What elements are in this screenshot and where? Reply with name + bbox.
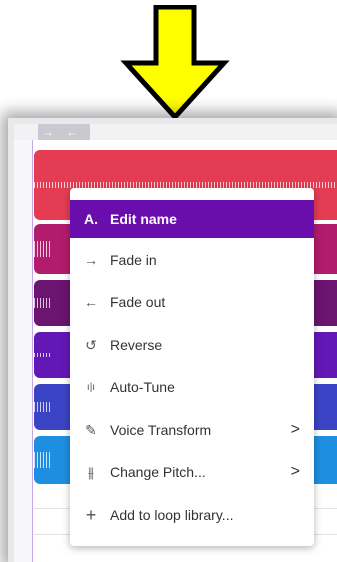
arrow-right-icon: → xyxy=(42,125,54,139)
waveform xyxy=(34,241,50,257)
chevron-right-icon: > xyxy=(290,463,300,480)
chevron-right-icon: > xyxy=(290,421,300,438)
track-header-column xyxy=(14,140,33,562)
menu-item-change-pitch[interactable]: ⫵ Change Pitch... > xyxy=(70,453,314,491)
waveform xyxy=(34,452,50,468)
menu-item-label: Change Pitch... xyxy=(110,464,206,480)
plus-icon: + xyxy=(85,504,97,525)
text-edit-icon: A. xyxy=(84,211,98,227)
voice-transform-icon: ✎ xyxy=(85,421,97,438)
menu-item-label: Reverse xyxy=(110,337,163,353)
menu-item-fade-in[interactable]: → Fade in xyxy=(70,241,314,279)
pitch-sliders-icon: ⫵ xyxy=(87,463,95,480)
menu-item-label: Edit name xyxy=(110,211,177,227)
waveform xyxy=(34,298,50,308)
menu-item-edit-name[interactable]: A. Edit name xyxy=(70,200,314,238)
menu-item-label: Add to loop library... xyxy=(110,507,234,523)
menu-item-fade-out[interactable]: ← Fade out xyxy=(70,283,314,321)
arrow-left-icon: ← xyxy=(84,294,98,310)
arrow-left-icon: ← xyxy=(66,125,78,139)
menu-item-reverse[interactable]: ↺ Reverse xyxy=(70,326,314,364)
menu-item-label: Fade out xyxy=(110,294,166,310)
waveform xyxy=(34,353,50,357)
reverse-icon: ↺ xyxy=(85,336,97,353)
yellow-down-arrow-icon xyxy=(120,5,230,120)
loop-region-handle[interactable]: → ← xyxy=(38,124,90,140)
autotune-icon: ı|ı xyxy=(86,381,96,393)
menu-item-label: Fade in xyxy=(110,252,157,268)
context-menu: A. Edit name → Fade in ← Fade out ↺ Reve… xyxy=(70,188,314,546)
menu-item-label: Voice Transform xyxy=(110,422,212,438)
menu-item-auto-tune[interactable]: ı|ı Auto-Tune xyxy=(70,368,314,406)
arrow-right-icon: → xyxy=(84,252,98,268)
menu-item-add-to-loop-library[interactable]: + Add to loop library... xyxy=(70,496,314,534)
menu-item-label: Auto-Tune xyxy=(110,379,175,395)
menu-item-voice-transform[interactable]: ✎ Voice Transform > xyxy=(70,411,314,449)
waveform xyxy=(34,402,50,412)
timeline-header: → ← xyxy=(14,124,337,140)
